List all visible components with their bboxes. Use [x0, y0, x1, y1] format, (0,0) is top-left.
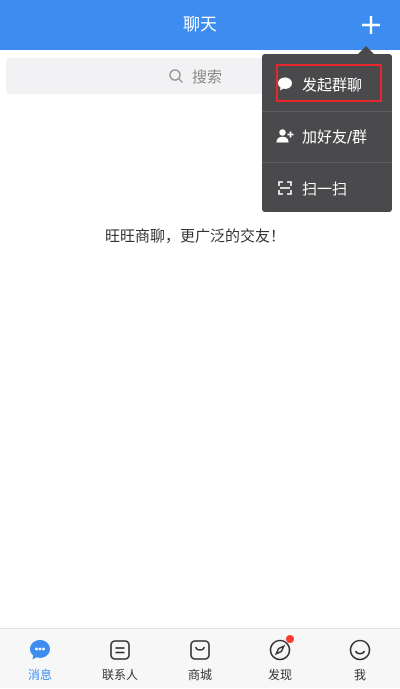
shop-icon [190, 640, 210, 660]
menu-item-label: 扫一扫 [302, 179, 348, 198]
tab-label: 发现 [267, 668, 292, 682]
empty-state-message: 旺旺商聊，更广泛的交友！ [104, 227, 285, 245]
bottom-tab-bar: 消息 联系人 商城 发现 我 [0, 628, 400, 688]
add-dropdown-menu: 发起群聊 加好友/群 扫一扫 [262, 46, 392, 214]
tab-label: 我 [353, 668, 366, 682]
tab-shop[interactable]: 商城 [160, 629, 240, 689]
highlight-box [276, 64, 382, 102]
menu-item-scan[interactable]: 扫一扫 [262, 162, 392, 214]
search-bar[interactable]: 搜索 [6, 58, 296, 94]
tab-discover[interactable]: 发现 [240, 629, 320, 689]
tab-label: 商城 [187, 668, 212, 682]
menu-item-add-friend-group[interactable]: 加好友/群 [262, 110, 392, 162]
tab-me[interactable]: 我 [320, 629, 400, 689]
header-bar: 聊天 [0, 0, 400, 50]
contacts-icon [110, 640, 130, 660]
page-title: 聊天 [183, 15, 217, 35]
search-icon [168, 68, 184, 84]
smile-icon [349, 639, 371, 661]
notification-badge [286, 635, 294, 643]
scan-icon [276, 180, 294, 196]
menu-item-label: 加好友/群 [302, 127, 368, 146]
add-button[interactable] [356, 10, 386, 40]
plus-icon [362, 16, 380, 34]
add-user-icon [276, 128, 294, 144]
tab-label: 消息 [27, 668, 52, 682]
message-icon [30, 640, 50, 660]
tab-contacts[interactable]: 联系人 [80, 629, 160, 689]
search-placeholder: 搜索 [192, 67, 223, 86]
tab-label: 联系人 [101, 668, 138, 682]
tab-messages[interactable]: 消息 [0, 629, 80, 689]
